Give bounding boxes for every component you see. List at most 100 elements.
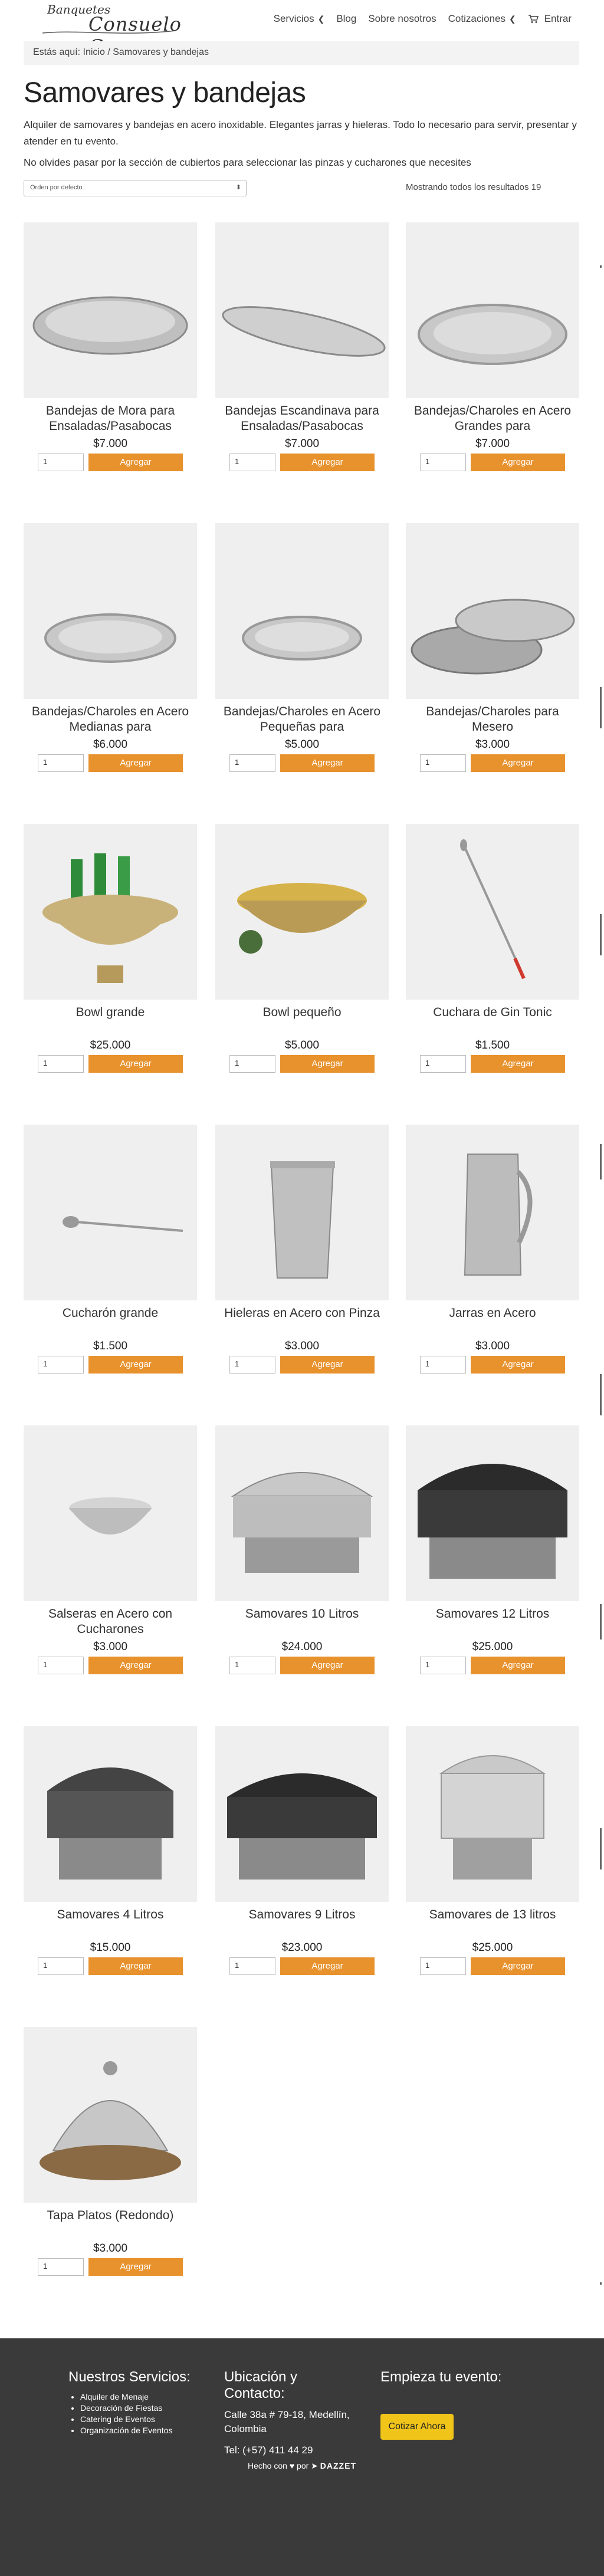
quantity-input[interactable]: 1 xyxy=(38,1356,84,1374)
page-title: Samovares y bandejas xyxy=(24,77,306,109)
quantity-input[interactable]: 1 xyxy=(229,754,275,772)
product-image[interactable] xyxy=(24,523,197,699)
add-to-cart-button[interactable]: Agregar xyxy=(88,454,183,471)
quantity-input[interactable]: 1 xyxy=(229,1055,275,1073)
site-logo[interactable]: Banquetes Consuelo C xyxy=(41,2,189,58)
product-price: $3.000 xyxy=(284,1340,320,1352)
product-image[interactable] xyxy=(215,824,389,1000)
quantity-input[interactable]: 1 xyxy=(420,1356,466,1374)
product-name[interactable]: Tapa Platos (Redondo) xyxy=(24,2208,197,2239)
product-image[interactable] xyxy=(406,1726,579,1902)
add-to-cart-form: 1 Agregar xyxy=(406,754,579,772)
add-to-cart-button[interactable]: Agregar xyxy=(280,754,375,772)
add-to-cart-button[interactable]: Agregar xyxy=(280,454,375,471)
quantity-input[interactable]: 1 xyxy=(420,1055,466,1073)
add-to-cart-button[interactable]: Agregar xyxy=(471,1957,565,1975)
add-to-cart-button[interactable]: Agregar xyxy=(280,1055,375,1073)
heart-icon: ♥ xyxy=(289,2461,295,2470)
quantity-input[interactable]: 1 xyxy=(38,2258,84,2276)
quantity-input[interactable]: 1 xyxy=(229,454,275,471)
product-image[interactable] xyxy=(24,222,197,398)
logo-swash xyxy=(42,30,176,34)
add-to-cart-button[interactable]: Agregar xyxy=(471,1356,565,1374)
quote-now-button[interactable]: Cotizar Ahora xyxy=(380,2414,454,2440)
product-name[interactable]: Bandejas/Charoles en Acero Grandes para xyxy=(406,403,579,434)
add-to-cart-button[interactable]: Agregar xyxy=(88,1356,183,1374)
quantity-input[interactable]: 1 xyxy=(420,1957,466,1975)
quantity-input[interactable]: 1 xyxy=(38,754,84,772)
product-name[interactable]: Salseras en Acero con Cucharones xyxy=(24,1606,197,1637)
sort-select[interactable]: Orden por defecto ⬍ xyxy=(24,180,247,196)
footer-service-link[interactable]: Decoración de Fiestas xyxy=(80,2403,204,2414)
add-to-cart-button[interactable]: Agregar xyxy=(280,1356,375,1374)
product-image[interactable] xyxy=(215,1726,389,1902)
dazzet-link[interactable]: DAZZET xyxy=(320,2461,356,2470)
footer-service-link[interactable]: Catering de Eventos xyxy=(80,2414,204,2425)
add-to-cart-button[interactable]: Agregar xyxy=(88,2258,183,2276)
quantity-input[interactable]: 1 xyxy=(229,1657,275,1674)
quantity-input[interactable]: 1 xyxy=(229,1356,275,1374)
product-image[interactable] xyxy=(406,1425,579,1601)
breadcrumb-home-link[interactable]: Inicio xyxy=(83,47,105,57)
product-name[interactable]: Samovares de 13 litros xyxy=(406,1907,579,1938)
nav-item-cotizaciones[interactable]: Cotizaciones ❮ xyxy=(442,13,522,25)
product-image[interactable] xyxy=(215,222,389,398)
footer-service-link[interactable]: Organización de Eventos xyxy=(80,2425,204,2436)
product-name[interactable]: Bowl pequeño xyxy=(215,1005,389,1036)
quantity-input[interactable]: 1 xyxy=(420,754,466,772)
product-name[interactable]: Bandejas de Mora para Ensaladas/Pasaboca… xyxy=(24,403,197,434)
product-image[interactable] xyxy=(24,1425,197,1601)
product-image[interactable] xyxy=(406,523,579,699)
add-to-cart-button[interactable]: Agregar xyxy=(471,1055,565,1073)
product-name[interactable]: Bandejas/Charoles para Mesero xyxy=(406,704,579,735)
product-image[interactable] xyxy=(406,222,579,398)
product-image[interactable] xyxy=(215,523,389,699)
product-image[interactable] xyxy=(24,1125,197,1300)
nav-item-entrar[interactable]: Entrar xyxy=(522,13,577,25)
quantity-input[interactable]: 1 xyxy=(229,1957,275,1975)
product-name[interactable]: Samovares 10 Litros xyxy=(215,1606,389,1637)
product-name[interactable]: Bandejas/Charoles en Acero Medianas para xyxy=(24,704,197,735)
product-name[interactable]: Samovares 9 Litros xyxy=(215,1907,389,1938)
product-image[interactable] xyxy=(406,1125,579,1300)
product-name[interactable]: Bandejas/Charoles en Acero Pequeñas para xyxy=(215,704,389,735)
add-to-cart-button[interactable]: Agregar xyxy=(88,754,183,772)
nav-item-servicios[interactable]: Servicios ❮ xyxy=(268,13,331,25)
product-name[interactable]: Samovares 12 Litros xyxy=(406,1606,579,1637)
footer-service-link[interactable]: Alquiler de Menaje xyxy=(80,2391,204,2403)
product-name[interactable]: Samovares 4 Litros xyxy=(24,1907,197,1938)
quantity-input[interactable]: 1 xyxy=(38,1055,84,1073)
product-name[interactable]: Cucharón grande xyxy=(24,1306,197,1336)
product-image[interactable] xyxy=(406,824,579,1000)
quantity-input[interactable]: 1 xyxy=(38,1657,84,1674)
nav-item-sobre-nosotros[interactable]: Sobre nosotros xyxy=(362,13,442,25)
quantity-input[interactable]: 1 xyxy=(38,1957,84,1975)
product-image[interactable] xyxy=(215,1425,389,1601)
product-image[interactable] xyxy=(24,2027,197,2203)
product-name[interactable]: Bowl grande xyxy=(24,1005,197,1036)
product-card: Samovares 9 Litros $23.000 1 Agregar xyxy=(215,1726,389,1975)
product-image[interactable] xyxy=(24,1726,197,1902)
add-to-cart-button[interactable]: Agregar xyxy=(280,1657,375,1674)
add-to-cart-button[interactable]: Agregar xyxy=(88,1055,183,1073)
add-to-cart-form: 1 Agregar xyxy=(24,1055,197,1073)
nav-item-blog[interactable]: Blog xyxy=(330,13,362,25)
product-name[interactable]: Cuchara de Gin Tonic xyxy=(406,1005,579,1036)
product-name[interactable]: Hieleras en Acero con Pinza xyxy=(215,1306,389,1336)
product-card: Hieleras en Acero con Pinza $3.000 1 Agrega… xyxy=(215,1125,389,1374)
quantity-input[interactable]: 1 xyxy=(420,1657,466,1674)
add-to-cart-button[interactable]: Agregar xyxy=(280,1957,375,1975)
product-image[interactable] xyxy=(215,1125,389,1300)
quantity-input[interactable]: 1 xyxy=(38,454,84,471)
product-name[interactable]: Bandejas Escandinava para Ensaladas/Pasa… xyxy=(215,403,389,434)
add-to-cart-button[interactable]: Agregar xyxy=(88,1957,183,1975)
product-image[interactable] xyxy=(24,824,197,1000)
add-to-cart-button[interactable]: Agregar xyxy=(471,754,565,772)
add-to-cart-button[interactable]: Agregar xyxy=(471,1657,565,1674)
add-to-cart-button[interactable]: Agregar xyxy=(471,454,565,471)
quantity-input[interactable]: 1 xyxy=(420,454,466,471)
product-name[interactable]: Jarras en Acero xyxy=(406,1306,579,1336)
footer-phone[interactable]: Tel: (+57) 411 44 29 xyxy=(224,2443,360,2457)
add-to-cart-form: 1 Agregar xyxy=(215,1657,389,1674)
add-to-cart-button[interactable]: Agregar xyxy=(88,1657,183,1674)
